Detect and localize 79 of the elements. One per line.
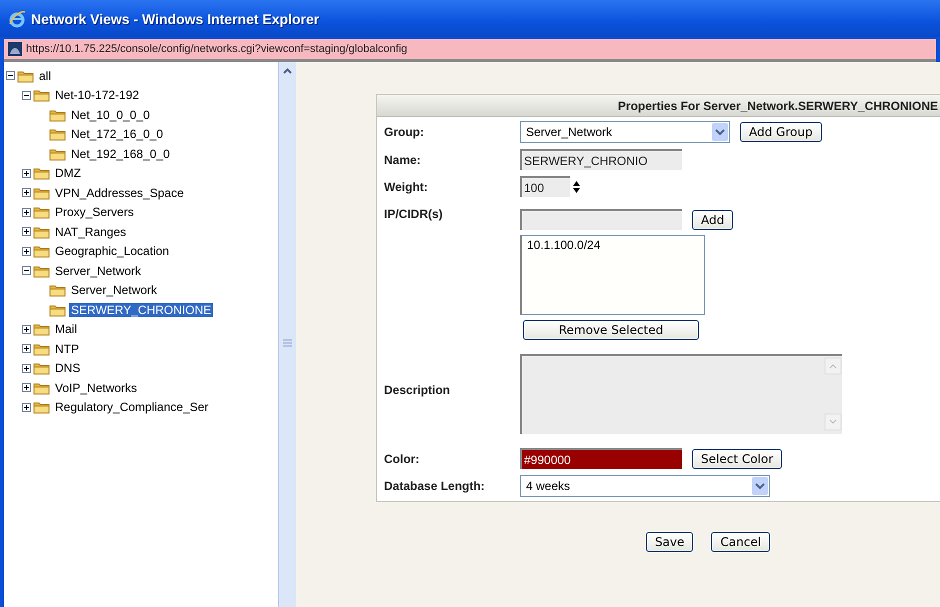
list-item[interactable]: 10.1.100.0/24	[527, 238, 699, 252]
expand-icon[interactable]	[22, 227, 31, 236]
tree-item[interactable]: VPN_Addresses_Space	[53, 186, 186, 200]
tree-item[interactable]: all	[37, 68, 54, 83]
scrollbar[interactable]	[824, 356, 842, 432]
collapse-icon[interactable]	[6, 71, 15, 80]
field-label: Group:	[384, 125, 425, 139]
collapse-icon[interactable]	[22, 266, 31, 276]
expand-icon[interactable]	[22, 188, 31, 198]
folder-icon	[33, 224, 51, 239]
folder-icon	[33, 342, 51, 356]
field-label: Color:	[384, 452, 420, 466]
expand-icon[interactable]	[22, 168, 31, 178]
browser-logo-icon	[8, 10, 26, 28]
description-field[interactable]	[520, 354, 842, 434]
window-title: Network Views - Windows Internet Explorer	[31, 10, 320, 26]
tree-item[interactable]: Net-10-172-192	[53, 88, 142, 102]
spinner-icon[interactable]	[573, 180, 580, 192]
expand-icon[interactable]	[22, 246, 31, 256]
field-label: Database Length:	[384, 479, 486, 493]
field-label: Weight:	[384, 180, 429, 194]
tree-item[interactable]: DNS	[53, 361, 82, 376]
tree-item[interactable]: Geographic_Location	[53, 244, 172, 258]
cancel-button[interactable]: Cancel	[711, 532, 770, 552]
add-group-button[interactable]: Add Group	[740, 122, 822, 142]
folder-icon	[49, 146, 67, 161]
group-select[interactable]: Server_Network	[520, 121, 730, 143]
database-length-select[interactable]: 4 weeks	[520, 475, 770, 497]
folder-icon	[33, 88, 51, 102]
folder-icon	[17, 68, 35, 83]
save-button[interactable]: Save	[646, 532, 694, 552]
tree-item[interactable]: VoIP_Networks	[53, 380, 140, 395]
folder-icon	[33, 400, 51, 414]
tree-item[interactable]: Server_Network	[53, 264, 144, 278]
folder-icon	[49, 283, 67, 298]
tree-item[interactable]: Net_172_16_0_0	[69, 127, 166, 142]
grip-icon	[283, 339, 292, 347]
folder-icon	[49, 127, 67, 142]
remove-selected-button[interactable]: Remove Selected	[523, 320, 699, 340]
tree-item[interactable]: SERWERY_CHRONIONE	[69, 302, 214, 317]
expand-icon[interactable]	[22, 364, 31, 373]
scrollbar[interactable]	[278, 62, 296, 607]
expand-icon[interactable]	[22, 383, 31, 392]
field-label: IP/CIDR(s)	[384, 207, 444, 221]
tree-item[interactable]: Server_Network	[69, 283, 160, 298]
tree-item[interactable]: Proxy_Servers	[53, 205, 136, 220]
tree-item[interactable]: Mail	[53, 322, 80, 336]
folder-icon	[33, 322, 51, 336]
expand-icon[interactable]	[22, 324, 31, 334]
folder-icon	[49, 108, 67, 122]
folder-icon	[33, 361, 51, 376]
collapse-icon[interactable]	[22, 90, 31, 100]
tree-item[interactable]: DMZ	[53, 166, 83, 180]
tree-item[interactable]: NAT_Ranges	[53, 224, 128, 239]
folder-icon	[33, 244, 51, 258]
select-color-button[interactable]: Select Color	[692, 448, 782, 468]
cidr-list[interactable]: 10.1.100.0/24	[520, 235, 705, 315]
panel-title: Properties For Server_Network.SERWERY_CHRONIONE	[618, 98, 938, 112]
weight-field[interactable]: 100	[520, 176, 570, 197]
folder-icon	[49, 302, 67, 317]
page-icon	[8, 42, 22, 56]
folder-icon	[33, 166, 51, 180]
folder-icon	[33, 264, 51, 278]
expand-icon[interactable]	[22, 402, 31, 412]
tree-item[interactable]: Regulatory_Compliance_Ser	[53, 400, 210, 414]
field-label: Name:	[384, 152, 422, 166]
add-button[interactable]: Add	[692, 210, 734, 230]
expand-icon[interactable]	[22, 344, 31, 354]
ip-cidr-field[interactable]	[520, 209, 682, 230]
name-field[interactable]: SERWERY_CHRONIO	[520, 149, 682, 170]
field-label: Description	[384, 383, 452, 397]
tree-item[interactable]: NTP	[53, 342, 81, 356]
tree-item[interactable]: Net_192_168_0_0	[69, 146, 172, 161]
folder-icon	[33, 205, 51, 220]
folder-icon	[33, 380, 51, 395]
expand-icon[interactable]	[22, 208, 31, 217]
folder-icon	[33, 186, 51, 200]
color-field[interactable]: #990000	[520, 448, 682, 469]
tree-item[interactable]: Net_10_0_0_0	[69, 108, 152, 122]
